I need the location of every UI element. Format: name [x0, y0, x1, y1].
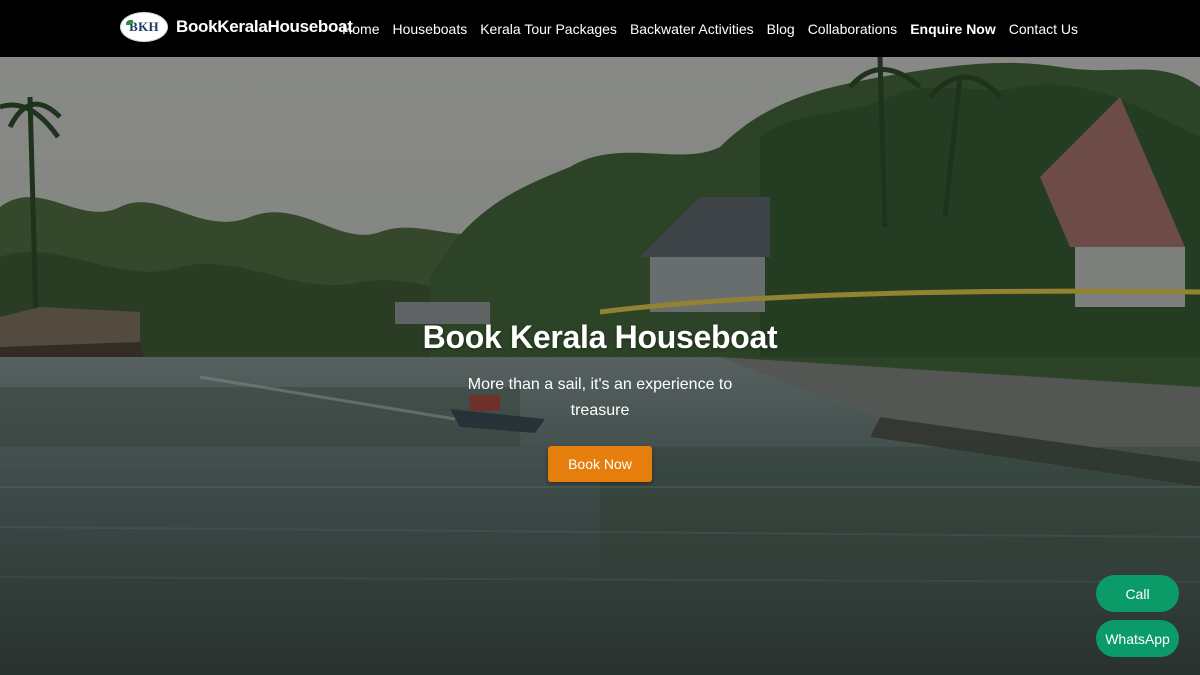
nav-blog[interactable]: Blog [767, 21, 795, 37]
nav-home[interactable]: Home [342, 21, 379, 37]
hero-content: Book Kerala Houseboat More than a sail, … [0, 319, 1200, 482]
nav-menu: Home Houseboats Kerala Tour Packages Bac… [329, 0, 1078, 57]
brand-name: BookKeralaHouseboat [176, 17, 353, 36]
hero-title: Book Kerala Houseboat [422, 319, 778, 355]
nav-backwater-activities[interactable]: Backwater Activities [630, 21, 754, 37]
brand-link[interactable]: BKH BookKeralaHouseboat [120, 12, 353, 42]
book-now-button[interactable]: Book Now [548, 446, 652, 482]
call-button[interactable]: Call [1096, 575, 1179, 612]
nav-enquire-now[interactable]: Enquire Now [910, 21, 996, 37]
logo-icon: BKH [120, 12, 168, 42]
nav-collaborations[interactable]: Collaborations [808, 21, 898, 37]
whatsapp-button[interactable]: WhatsApp [1096, 620, 1179, 657]
hero-section: Book Kerala Houseboat More than a sail, … [0, 57, 1200, 675]
navbar: BKH BookKeralaHouseboat Home Houseboats … [0, 0, 1200, 57]
nav-houseboats[interactable]: Houseboats [393, 21, 468, 37]
hero-subtitle: More than a sail, it's an experience to … [467, 376, 733, 419]
nav-kerala-tour-packages[interactable]: Kerala Tour Packages [480, 21, 617, 37]
nav-contact-us[interactable]: Contact Us [1009, 21, 1078, 37]
logo-text: BKH [129, 19, 159, 34]
